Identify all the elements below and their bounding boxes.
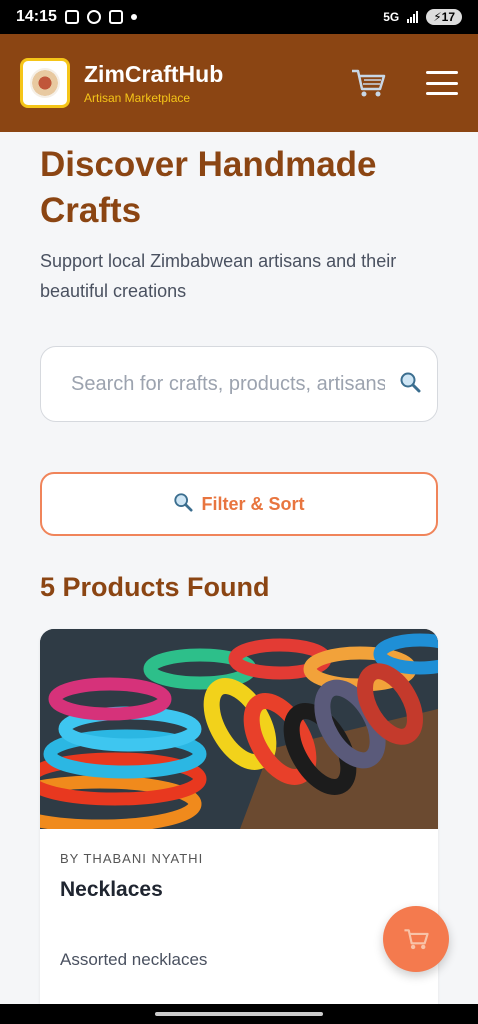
status-time: 14:15	[16, 8, 57, 25]
screenshot-icon	[64, 10, 79, 24]
system-nav-bar	[0, 1004, 478, 1024]
status-bar: 14:15 5G ⚡17	[0, 0, 478, 34]
product-description: Assorted necklaces	[60, 950, 208, 969]
home-gesture-handle[interactable]	[155, 1012, 323, 1016]
product-artisan: BY THABANI NYATHI	[60, 851, 204, 866]
search-icon[interactable]	[399, 371, 421, 398]
page-subtitle: Support local Zimbabwean artisans and th…	[40, 251, 397, 301]
battery-level: 17	[441, 10, 455, 24]
app-logo[interactable]	[20, 58, 70, 108]
floating-cart-button[interactable]	[383, 906, 449, 972]
filter-sort-button[interactable]: Filter & Sort	[40, 472, 438, 536]
main-content: Discover Handmade Crafts Support local Z…	[40, 132, 438, 1024]
product-image[interactable]	[40, 629, 438, 829]
whatsapp-icon	[86, 10, 101, 24]
filter-sort-label: Filter & Sort	[201, 493, 305, 514]
search-input[interactable]	[71, 372, 385, 396]
search-bar[interactable]	[40, 346, 438, 422]
results-count: 5 Products Found	[40, 572, 270, 602]
search-icon	[173, 492, 194, 517]
more-notifications-icon	[130, 14, 137, 20]
brand: ZimCraftHub Artisan Marketplace	[84, 61, 223, 105]
cart-icon[interactable]	[350, 67, 386, 99]
battery-icon: ⚡17	[426, 9, 462, 25]
notification-icon	[108, 10, 123, 24]
network-type: 5G	[383, 10, 400, 24]
signal-icon	[407, 11, 419, 23]
app-tagline: Artisan Marketplace	[84, 91, 191, 105]
hamburger-menu-icon[interactable]	[426, 71, 458, 95]
app-name: ZimCraftHub	[84, 61, 224, 87]
cart-icon	[404, 929, 429, 950]
page-title: Discover Handmade Crafts	[40, 145, 377, 230]
app-header: ZimCraftHub Artisan Marketplace	[0, 34, 478, 132]
product-name[interactable]: Necklaces	[60, 878, 418, 902]
product-card[interactable]: BY THABANI NYATHI Necklaces Assorted nec…	[40, 629, 438, 1024]
